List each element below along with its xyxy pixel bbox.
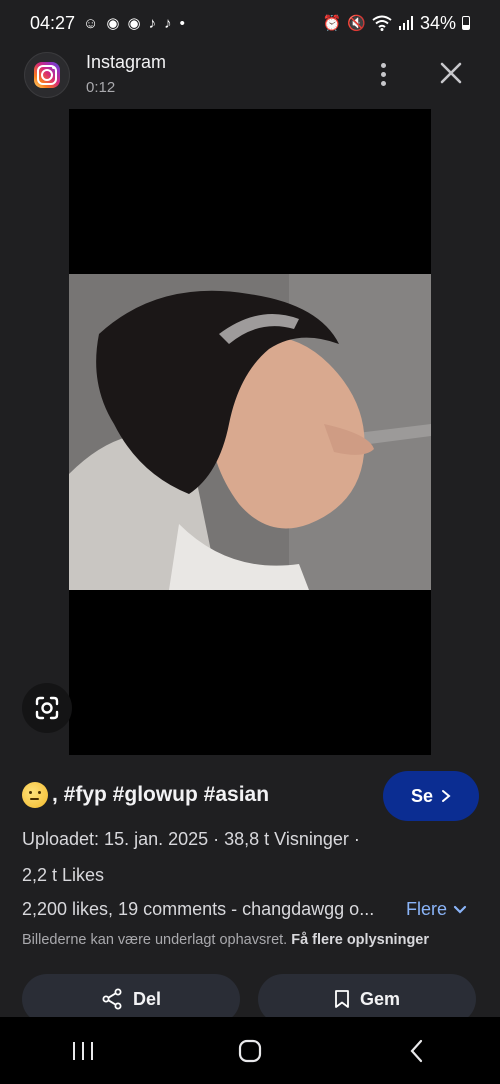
chevron-down-icon xyxy=(453,905,467,914)
more-button-label: Flere xyxy=(406,899,448,919)
alarm-icon: ⏰ xyxy=(322,14,342,32)
home-icon xyxy=(238,1039,262,1062)
chat-icon: ◉ xyxy=(106,14,120,32)
portrait-illustration xyxy=(69,274,431,590)
copyright-text: Billederne kan være underlagt ophavsret. xyxy=(22,932,288,948)
visit-button[interactable]: Se xyxy=(383,771,479,821)
video-duration: 0:12 xyxy=(86,79,116,96)
status-bar: 04:27 ☺ ◉ ◉ ♪ ♪ • ⏰ 🔇 34% xyxy=(0,0,500,46)
recents-button[interactable] xyxy=(53,1026,113,1076)
upload-info: Uploadet: 15. jan. 2025 · 38,8 t Visning… xyxy=(22,829,360,849)
likes-count: 2,2 t Likes xyxy=(22,865,105,885)
tiktok-icon: ♪ xyxy=(148,14,157,32)
save-button-label: Gem xyxy=(359,988,401,1009)
home-button[interactable] xyxy=(220,1026,280,1076)
share-button-label: Del xyxy=(132,988,161,1009)
share-icon xyxy=(102,988,122,1010)
lens-result-header: Instagram 0:12 xyxy=(0,46,500,108)
more-options-button[interactable] xyxy=(368,56,398,92)
post-description: 2,200 likes, 19 comments - changdawgg o.… xyxy=(22,899,375,919)
copyright-notice: Billederne kan være underlagt ophavsret.… xyxy=(22,932,429,948)
instagram-logo-icon xyxy=(34,62,60,88)
lens-icon xyxy=(35,696,59,720)
back-button[interactable] xyxy=(387,1026,447,1076)
discord-icon: ◉ xyxy=(127,14,141,32)
media-preview[interactable] xyxy=(69,109,431,755)
close-icon[interactable] xyxy=(434,56,468,90)
signal-icon xyxy=(398,16,413,30)
more-vert-icon xyxy=(380,62,386,68)
instagram-app-icon xyxy=(24,52,70,98)
battery-percent: 34% xyxy=(419,12,456,33)
snapchat-icon: ☺ xyxy=(83,14,99,32)
visit-button-label: Se xyxy=(410,785,434,806)
source-app-name: Instagram xyxy=(86,52,167,72)
battery-icon xyxy=(462,16,470,30)
tiktok-icon: ♪ xyxy=(164,14,172,32)
notification-dot: • xyxy=(179,14,185,32)
lens-search-button[interactable] xyxy=(22,683,72,733)
wifi-icon xyxy=(372,15,392,31)
post-caption-row: , #fyp #glowup #asian xyxy=(22,782,362,808)
chevron-right-icon xyxy=(442,790,451,802)
post-caption: , #fyp #glowup #asian xyxy=(52,783,270,806)
system-nav-bar xyxy=(0,1017,500,1084)
back-icon xyxy=(410,1039,422,1062)
post-photo xyxy=(69,274,431,590)
bookmark-icon xyxy=(335,990,349,1008)
recents-icon xyxy=(73,1041,94,1060)
thinking-emoji-icon xyxy=(22,782,48,808)
status-time: 04:27 xyxy=(30,12,76,33)
learn-more-link[interactable]: Få flere oplysninger xyxy=(291,932,429,948)
more-button[interactable]: Flere xyxy=(406,899,467,920)
mute-icon: 🔇 xyxy=(347,14,366,32)
